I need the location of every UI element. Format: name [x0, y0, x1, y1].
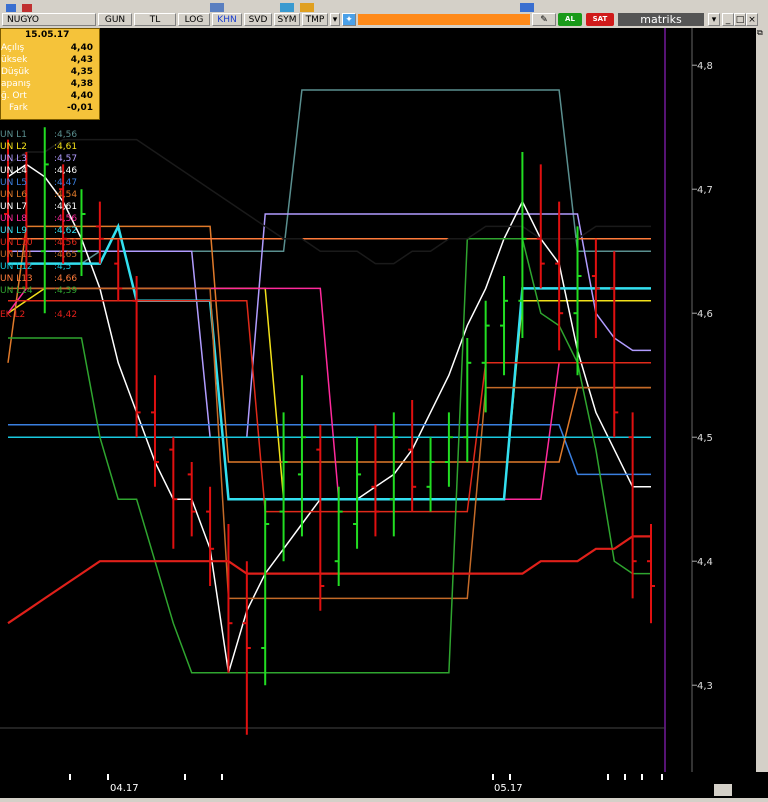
twitter-icon[interactable]: ✦ [342, 13, 356, 26]
tab-log[interactable]: LOG [178, 13, 210, 26]
tab-gun[interactable]: GUN [98, 13, 132, 26]
brand-logo: matriks [618, 13, 704, 26]
y-tick-label: 4,6 [697, 309, 713, 320]
x-label-05-17: 05.17 [494, 783, 523, 794]
draw-tool-icon[interactable]: ✎ [532, 13, 556, 26]
indicator-value: :4,5 [54, 262, 72, 272]
indicator-name: UN L9 [0, 226, 27, 236]
indicator-name: UN L3 [0, 154, 27, 164]
indicator-value: :4,61 [54, 202, 78, 212]
info-row-high: üksek 4,43 [1, 55, 93, 65]
indicator-value: :4,54 [54, 190, 78, 200]
y-tick-label: 4,5 [697, 433, 713, 444]
tab-tl[interactable]: TL [134, 13, 176, 26]
tab-sym[interactable]: SYM [274, 13, 300, 26]
title-strip-icons [0, 3, 768, 12]
indicator-name: UN L12 [0, 262, 33, 272]
indicator-legend-item: UN L6 :4,54 [0, 190, 77, 200]
indicator-legend-item: UN L7 :4,61 [0, 202, 77, 212]
y-tick-label: 4,4 [697, 557, 713, 568]
indicator-name: EK L2 [0, 310, 26, 320]
y-axis-panel [692, 28, 756, 772]
indicator-name: UN L13 [0, 274, 33, 284]
indicator-value: :4,57 [54, 154, 78, 164]
indicator-value: :4,56 [54, 130, 78, 140]
indicator-legend-item: UN L3 :4,57 [0, 154, 77, 164]
tab-khn[interactable]: KHN [212, 13, 242, 26]
indicator-legend-item: UN L10 :4,56 [0, 238, 77, 248]
tab-tmp[interactable]: TMP [302, 13, 328, 26]
info-row-low: Düşük 4,35 [1, 67, 93, 77]
symbol-field[interactable]: NUGYO [2, 13, 96, 26]
indicator-legend-item: UN L1 :4,56 [0, 130, 77, 140]
minimize-icon[interactable]: _ [722, 13, 734, 26]
indicator-legend-item: UN L2 :4,61 [0, 142, 77, 152]
indicator-name: UN L8 [0, 214, 27, 224]
indicator-name: UN L11 [0, 250, 33, 260]
x-axis: 04.17 05.17 [0, 772, 768, 802]
info-row-close: apanış 4,38 [1, 79, 93, 89]
info-row-open: Açılış 4,40 [1, 43, 93, 53]
ohlc-info-box: 15.05.17 Açılış 4,40 üksek 4,43 Düşük 4,35 … [0, 28, 100, 120]
x-label-04-17: 04.17 [110, 783, 139, 794]
indicator-value: :4,46 [54, 166, 78, 176]
vertical-scrollbar[interactable]: ⧉ [756, 28, 768, 772]
sell-button[interactable]: SAT [586, 13, 614, 26]
orange-bar [358, 14, 530, 25]
indicator-legend-item: UN L11 :4,65 [0, 250, 77, 260]
y-tick-label: 4,3 [697, 681, 713, 692]
indicator-name: UN L10 [0, 238, 33, 248]
window-restore-icon[interactable]: ⧉ [757, 28, 767, 38]
tmp-dropdown-icon[interactable]: ▾ [330, 13, 340, 26]
indicator-legend-item: UN L13 :4,66 [0, 274, 77, 284]
indicator-value: :4,65 [54, 250, 78, 260]
indicator-legend-item: UN L9 :4,62 [0, 226, 77, 236]
indicator-legend-item: UN L14 :4,39 [0, 286, 77, 296]
indicator-name: UN L6 [0, 190, 27, 200]
indicator-name: UN L14 [0, 286, 33, 296]
indicator-legend-item: UN L4 :4,46 [0, 166, 77, 176]
indicator-value: :4,47 [54, 178, 78, 188]
indicator-value: :4,42 [54, 310, 78, 320]
close-icon[interactable]: × [746, 13, 758, 26]
tab-svd[interactable]: SVD [244, 13, 272, 26]
info-row-avg: ğ. Ort 4,40 [1, 91, 93, 101]
indicator-value: :4,66 [54, 274, 78, 284]
indicator-value: :4,56 [54, 238, 78, 248]
refresh-icon[interactable] [714, 784, 732, 796]
indicator-value: :4,39 [54, 286, 78, 296]
indicator-name: UN L1 [0, 130, 27, 140]
indicator-legend-item: UN L12 :4,5 [0, 262, 71, 272]
chart-toolbar: NUGYO GUN TL LOG KHN SVD SYM TMP ▾ ✦ ✎ A… [0, 12, 768, 29]
menu-dropdown-icon[interactable]: ▾ [708, 13, 720, 26]
indicator-name: UN L2 [0, 142, 27, 152]
indicator-legend-item: UN L5 :4,47 [0, 178, 77, 188]
indicator-value: :4,62 [54, 226, 78, 236]
indicator-legend-item: UN L8 :4,56 [0, 214, 77, 224]
price-chart[interactable]: 4,8 4,7 4,6 4,5 4,4 4,3 [0, 28, 756, 772]
indicator-value: :4,56 [54, 214, 78, 224]
indicator-legend-item: EK L2 :4,42 [0, 310, 77, 320]
y-tick-label: 4,7 [697, 185, 713, 196]
buy-button[interactable]: AL [558, 13, 582, 26]
indicator-name: UN L4 [0, 166, 27, 176]
indicator-name: UN L7 [0, 202, 27, 212]
indicator-name: UN L5 [0, 178, 27, 188]
title-strip [0, 0, 768, 12]
maximize-icon[interactable]: □ [734, 13, 746, 26]
indicator-value: :4,61 [54, 142, 78, 152]
info-row-change: Fark -0,01 [9, 103, 93, 113]
y-tick-label: 4,8 [697, 61, 713, 72]
info-date: 15.05.17 [25, 30, 70, 40]
